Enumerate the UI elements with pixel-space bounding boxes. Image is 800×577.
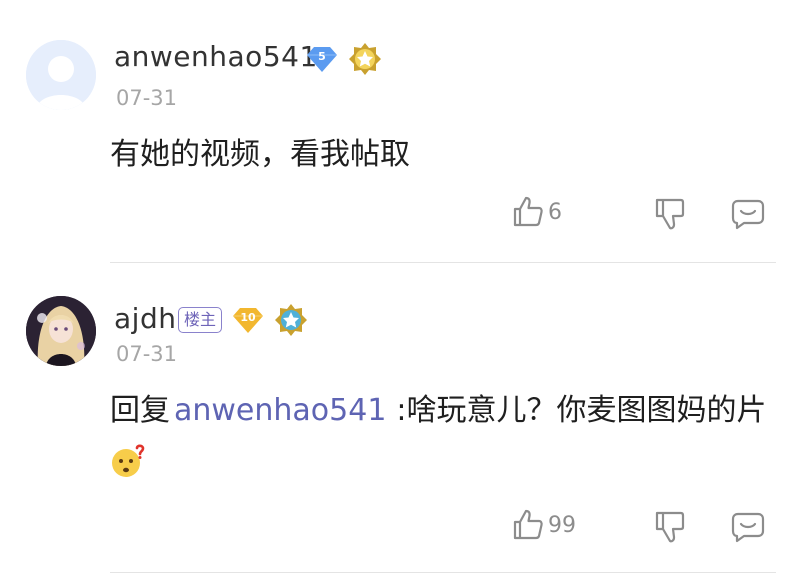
like-count: 6 bbox=[548, 199, 562, 225]
like-button[interactable]: 6 bbox=[510, 194, 562, 230]
reply-comment-icon[interactable] bbox=[730, 509, 766, 545]
divider bbox=[110, 572, 776, 573]
comment-body: 有她的视频，看我帖取 bbox=[110, 137, 410, 172]
user-badges: 5 bbox=[306, 42, 382, 76]
default-avatar-icon bbox=[26, 40, 96, 110]
user-badges: 楼主 10 bbox=[178, 303, 308, 337]
comment-date: 07-31 bbox=[116, 342, 178, 366]
like-button[interactable]: 99 bbox=[510, 507, 576, 543]
username[interactable]: ajdh bbox=[114, 302, 176, 335]
comment-item: ajdh 楼主 10 07-31 回复 anwenhao541 :啥玩意儿？你麦图图… bbox=[0, 264, 800, 577]
username[interactable]: anwenhao541 bbox=[114, 40, 318, 73]
comment-actions: 99 bbox=[0, 507, 800, 547]
comment-body: :啥玩意儿？你麦图图妈的片 bbox=[396, 393, 767, 428]
divider bbox=[110, 262, 776, 263]
vip-level: 5 bbox=[318, 50, 326, 63]
comment-item: anwenhao541 5 07-31 有她的视频，看我帖取 6 bbox=[0, 0, 800, 264]
thumbs-down-icon[interactable] bbox=[652, 509, 686, 545]
confused-face-emoji bbox=[112, 444, 145, 477]
comment-actions: 6 bbox=[0, 194, 800, 234]
mention-link[interactable]: anwenhao541 bbox=[174, 393, 386, 428]
user-level: 10 bbox=[240, 311, 256, 324]
reply-prefix: 回复 bbox=[110, 393, 170, 428]
star-medal-icon[interactable] bbox=[348, 42, 382, 76]
op-tag: 楼主 bbox=[178, 307, 223, 333]
thumbs-up-icon bbox=[513, 196, 543, 227]
thumbs-up-icon bbox=[513, 509, 543, 540]
comment-date: 07-31 bbox=[116, 86, 178, 110]
comment-text: 有她的视频，看我帖取 bbox=[110, 128, 770, 182]
reply-comment-icon[interactable] bbox=[730, 196, 766, 232]
comment-text: 回复 anwenhao541 :啥玩意儿？你麦图图妈的片 bbox=[110, 384, 770, 492]
thumbs-down-icon[interactable] bbox=[652, 196, 686, 232]
diamond-level-icon[interactable]: 10 bbox=[232, 305, 264, 335]
blue-star-medal-icon[interactable] bbox=[274, 303, 308, 337]
like-count: 99 bbox=[548, 512, 576, 538]
avatar[interactable] bbox=[26, 40, 96, 110]
anime-girl-avatar bbox=[26, 296, 96, 366]
avatar[interactable] bbox=[26, 296, 96, 366]
diamond-vip-icon[interactable]: 5 bbox=[306, 44, 338, 74]
